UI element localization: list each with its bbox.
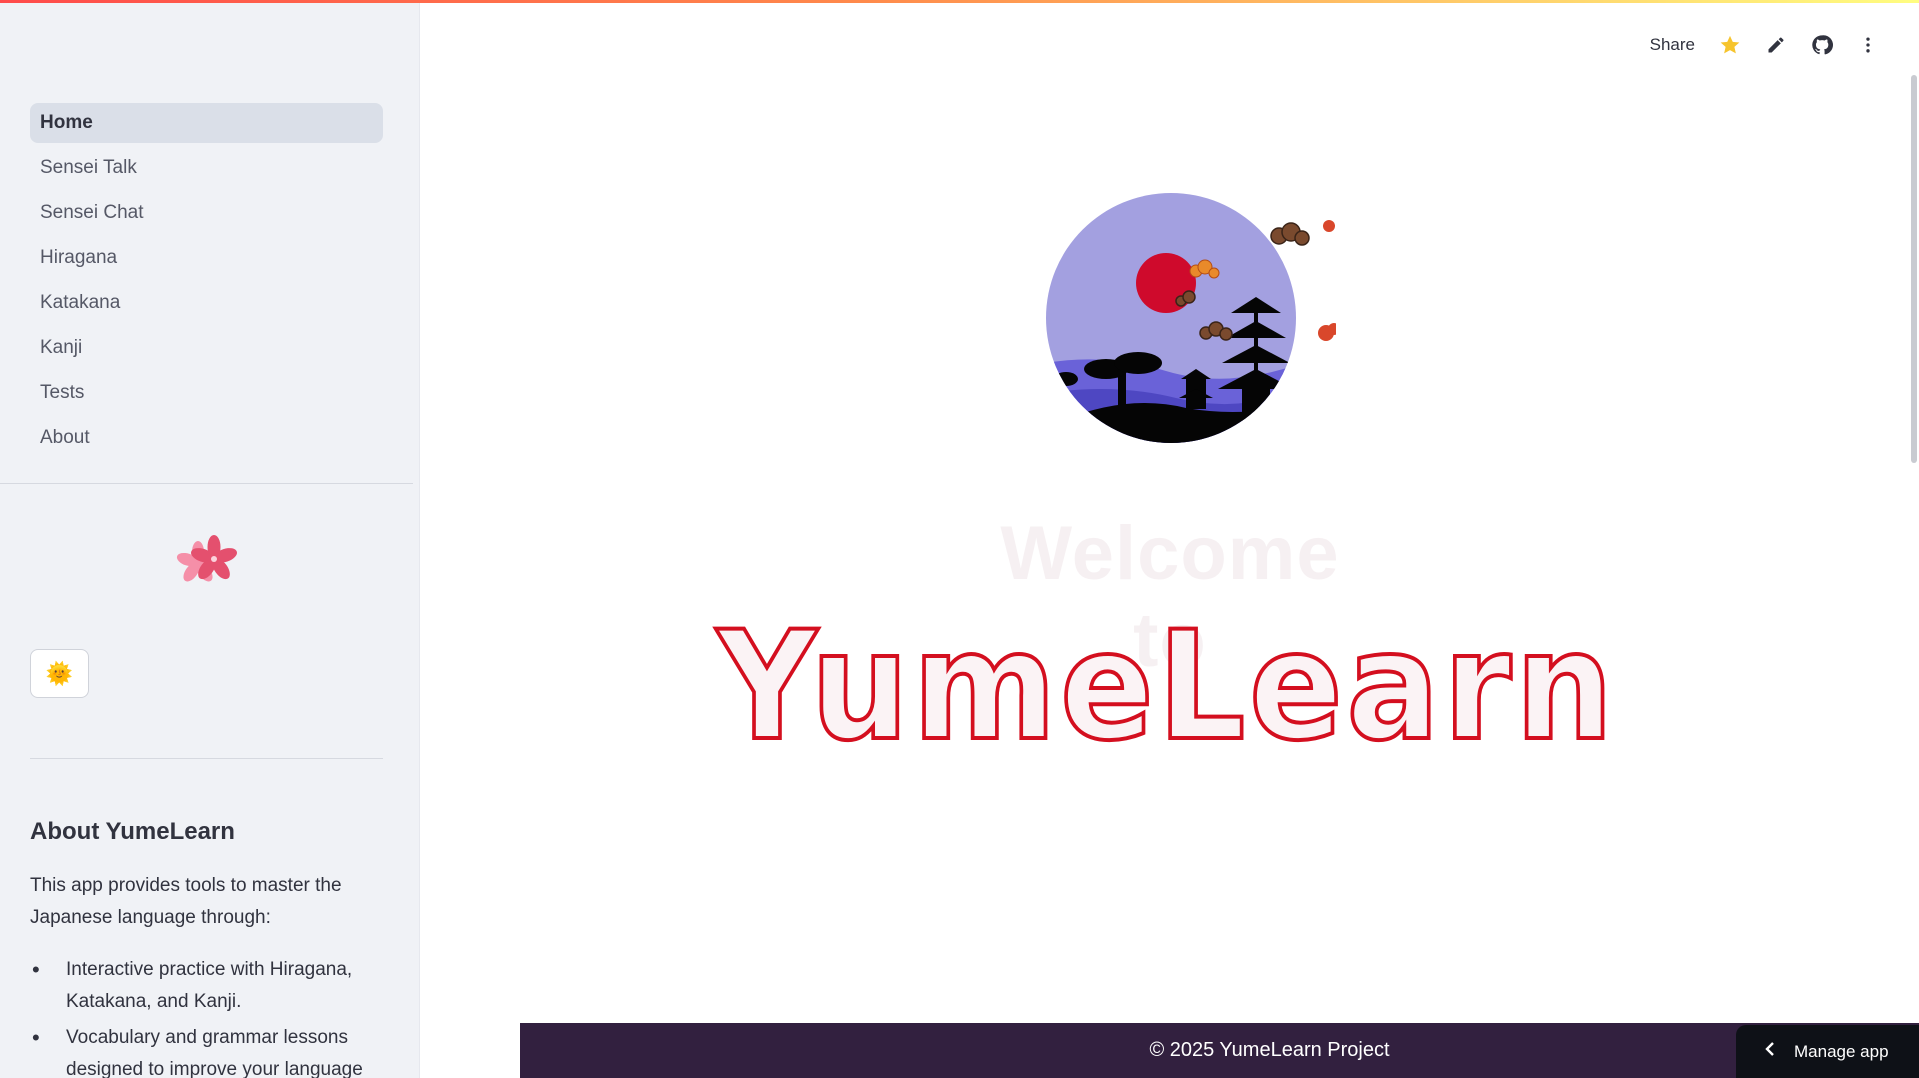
sidebar-item-sensei-chat[interactable]: Sensei Chat	[30, 193, 383, 233]
footer-copyright: © 2025 YumeLearn Project	[1149, 1039, 1390, 1061]
sidebar-item-tests[interactable]: Tests	[30, 373, 383, 413]
sidebar-item-label: Tests	[40, 382, 85, 403]
sidebar-item-label: Home	[40, 112, 93, 133]
sidebar-nav: Home Sensei Talk Sensei Chat Hiragana Ka…	[30, 103, 383, 463]
manage-app-label: Manage app	[1794, 1041, 1889, 1061]
pencil-icon[interactable]	[1765, 34, 1787, 56]
sidebar-item-katakana[interactable]: Katakana	[30, 283, 383, 323]
about-description: This app provides tools to master the Ja…	[30, 875, 342, 928]
sidebar: Home Sensei Talk Sensei Chat Hiragana Ka…	[0, 0, 420, 1078]
page-footer: © 2025 YumeLearn Project	[520, 1023, 1919, 1078]
yumelearn-logo: YumeLearn	[713, 620, 1617, 752]
sun-icon: 🌞	[45, 660, 74, 686]
sidebar-item-label: Sensei Chat	[40, 202, 144, 223]
logo-text: YumeLearn	[715, 620, 1617, 752]
sidebar-nav-divider	[0, 483, 413, 484]
sidebar-item-about[interactable]: About	[30, 418, 383, 458]
sidebar-item-label: Katakana	[40, 292, 121, 313]
sidebar-item-hiragana[interactable]: Hiragana	[30, 238, 383, 278]
sidebar-item-label: Kanji	[40, 337, 83, 358]
sidebar-item-home[interactable]: Home	[30, 103, 383, 143]
sidebar-item-label: Sensei Talk	[40, 157, 137, 178]
theme-toggle-button[interactable]: 🌞	[30, 649, 89, 698]
sidebar-item-label: About	[40, 427, 90, 448]
more-vertical-icon[interactable]	[1857, 34, 1879, 56]
app-toolbar: Share	[1650, 28, 1879, 62]
list-item: Interactive practice with Hiragana, Kata…	[30, 954, 383, 1018]
about-feature-list: Interactive practice with Hiragana, Kata…	[30, 954, 383, 1078]
top-decoration-stripe	[0, 0, 1919, 3]
star-icon[interactable]	[1719, 34, 1741, 56]
sidebar-item-label: Hiragana	[40, 247, 118, 268]
sidebar-item-sensei-talk[interactable]: Sensei Talk	[30, 148, 383, 188]
manage-app-button[interactable]: Manage app	[1736, 1025, 1919, 1078]
sidebar-item-kanji[interactable]: Kanji	[30, 328, 383, 368]
list-item: Vocabulary and grammar lessons designed …	[30, 1022, 383, 1078]
about-title: About YumeLearn	[30, 818, 235, 845]
sakura-flower-icon	[176, 535, 238, 582]
page-scrollbar[interactable]	[1911, 75, 1917, 463]
share-button[interactable]: Share	[1650, 35, 1695, 55]
japan-landscape-emblem	[1046, 193, 1336, 443]
github-icon[interactable]	[1811, 34, 1833, 56]
sidebar-divider	[30, 758, 383, 759]
chevron-left-icon	[1764, 1041, 1776, 1062]
